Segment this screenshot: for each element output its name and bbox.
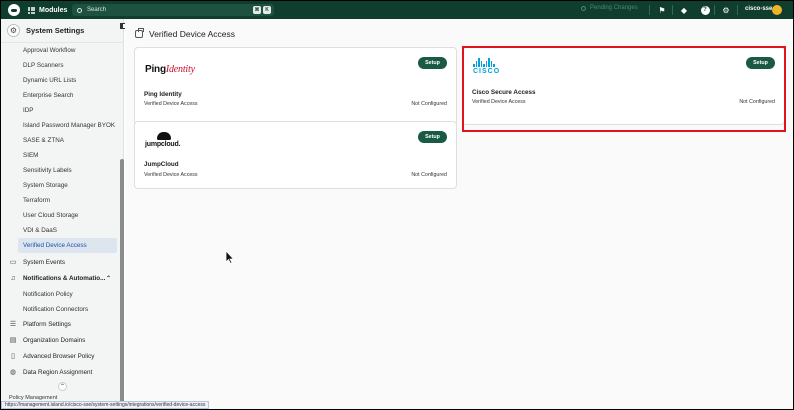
sidebar-item-label: System Events [23,259,65,266]
integrations-icon [135,28,144,38]
sidebar-item-sensitivity-labels[interactable]: Sensitivity Labels [1,163,119,178]
modules-label: Modules [39,6,68,14]
sidebar-nav: Approval Workflow DLP Scanners Dynamic U… [1,43,119,381]
page-title: Verified Device Access [135,28,235,39]
sidebar-item-label: Organization Domains [23,337,86,344]
main-content: Verified Device Access PingIdentity Setu… [125,19,793,409]
search-icon [77,7,82,13]
sidebar-item-user-cloud-storage[interactable]: User Cloud Storage [1,208,119,223]
setup-button[interactable]: Setup [418,57,447,69]
sidebar-item-label: Notifications & Automatio... [23,275,106,282]
section-title: System Settings [26,26,85,35]
pending-changes-button[interactable]: Pending Changes [581,5,638,11]
command-key: ⌘ [253,6,261,14]
flag-icon[interactable]: ⚑ [656,4,668,16]
sidebar-item-advanced-browser-policy[interactable]: ▯ Advanced Browser Policy [1,349,119,365]
search-placeholder: Search [87,7,107,13]
sidebar-item-data-region-assignment[interactable]: ◍ Data Region Assignment [1,365,119,381]
card-type: Verified Device Access [144,172,198,178]
sidebar-item-terraform[interactable]: Terraform [1,193,119,208]
card-type: Verified Device Access [144,101,198,107]
sidebar-item-dlp-scanners[interactable]: DLP Scanners [1,58,119,73]
sidebar-item-label: Platform Settings [23,321,71,328]
sidebar-item-notifications[interactable]: ♫ Notifications & Automatio... ⌃ [1,271,119,287]
status-badge: Not Configured [411,172,447,178]
sidebar-item-notification-connectors[interactable]: Notification Connectors [1,302,119,317]
globe-icon: ◍ [9,369,17,376]
sidebar-item-password-manager-byok[interactable]: Island Password Manager BYOK [1,118,119,133]
avatar[interactable] [772,5,782,15]
k-key: K [263,6,271,14]
divider [649,5,650,15]
island-logo[interactable] [8,4,20,16]
document-icon: ▯ [11,353,15,360]
sidebar-scrollbar[interactable] [120,159,124,403]
grid-icon [28,6,35,14]
building-icon: ▤ [9,337,17,344]
jumpcloud-logo: jumpcloud. [145,132,195,154]
system-settings-header[interactable]: ⚙ System Settings [1,19,124,43]
sidebar-item-notification-policy[interactable]: Notification Policy [1,287,119,302]
setup-button[interactable]: Setup [418,131,447,143]
page-title-text: Verified Device Access [149,29,235,39]
sidebar-item-vdi-daas[interactable]: VDI & DaaS [1,223,119,238]
settings-icon: ⚙ [7,24,20,37]
sidebar-item-organization-domains[interactable]: ▤ Organization Domains [1,333,119,349]
search-input[interactable]: Search ⌘ K [72,4,274,16]
help-icon[interactable]: ? [699,4,711,16]
school-icon[interactable]: ◆ [678,4,690,16]
scroll-up-button[interactable]: ⌃ [58,382,67,391]
integration-card-ping-identity[interactable]: PingIdentity Setup Ping Identity Verifie… [134,47,457,125]
card-title: Ping Identity [144,91,182,98]
status-bar-url: https://management.island.io/cisco-sse/s… [1,401,210,409]
sidebar-item-idp[interactable]: IDP [1,103,119,118]
mouse-cursor-icon [225,250,235,264]
sidebar: ⚙ System Settings Approval Workflow DLP … [1,19,124,409]
divider [737,5,738,15]
sidebar-item-system-events[interactable]: ▭ System Events [1,255,119,271]
modules-button[interactable]: Modules [28,6,68,14]
calendar-icon: ▭ [9,259,17,266]
sidebar-item-enterprise-search[interactable]: Enterprise Search [1,88,119,103]
sidebar-item-siem[interactable]: SIEM [1,148,119,163]
sliders-icon: ☰ [9,321,17,328]
app-window: Modules Search ⌘ K Pending Changes ⚑ ◆ ?… [1,1,793,409]
bell-icon: ♫ [10,275,16,282]
gear-icon[interactable]: ⚙ [720,4,732,16]
sidebar-item-sase-ztna[interactable]: SASE & ZTNA [1,133,119,148]
sidebar-item-approval-workflow[interactable]: Approval Workflow [1,43,119,58]
sidebar-item-label: Advanced Browser Policy [23,353,95,360]
top-bar: Modules Search ⌘ K Pending Changes ⚑ ◆ ?… [1,1,793,19]
user-name[interactable]: cisco-sse [745,6,772,12]
sidebar-item-platform-settings[interactable]: ☰ Platform Settings [1,317,119,333]
status-badge: Not Configured [411,101,447,107]
divider [672,5,673,15]
sidebar-item-verified-device-access[interactable]: Verified Device Access [18,238,117,253]
chevron-up-icon[interactable]: ⌃ [106,271,111,287]
integration-card-jumpcloud[interactable]: jumpcloud. Setup JumpCloud Verified Devi… [134,121,457,189]
pending-icon [581,5,586,11]
pending-label: Pending Changes [590,5,638,11]
ping-identity-logo: PingIdentity [145,64,195,75]
card-title: JumpCloud [144,161,179,168]
selection-highlight [462,46,786,132]
sidebar-item-dynamic-url-lists[interactable]: Dynamic URL Lists [1,73,119,88]
sidebar-item-system-storage[interactable]: System Storage [1,178,119,193]
sidebar-item-label: Data Region Assignment [23,369,93,376]
divider [714,5,715,15]
